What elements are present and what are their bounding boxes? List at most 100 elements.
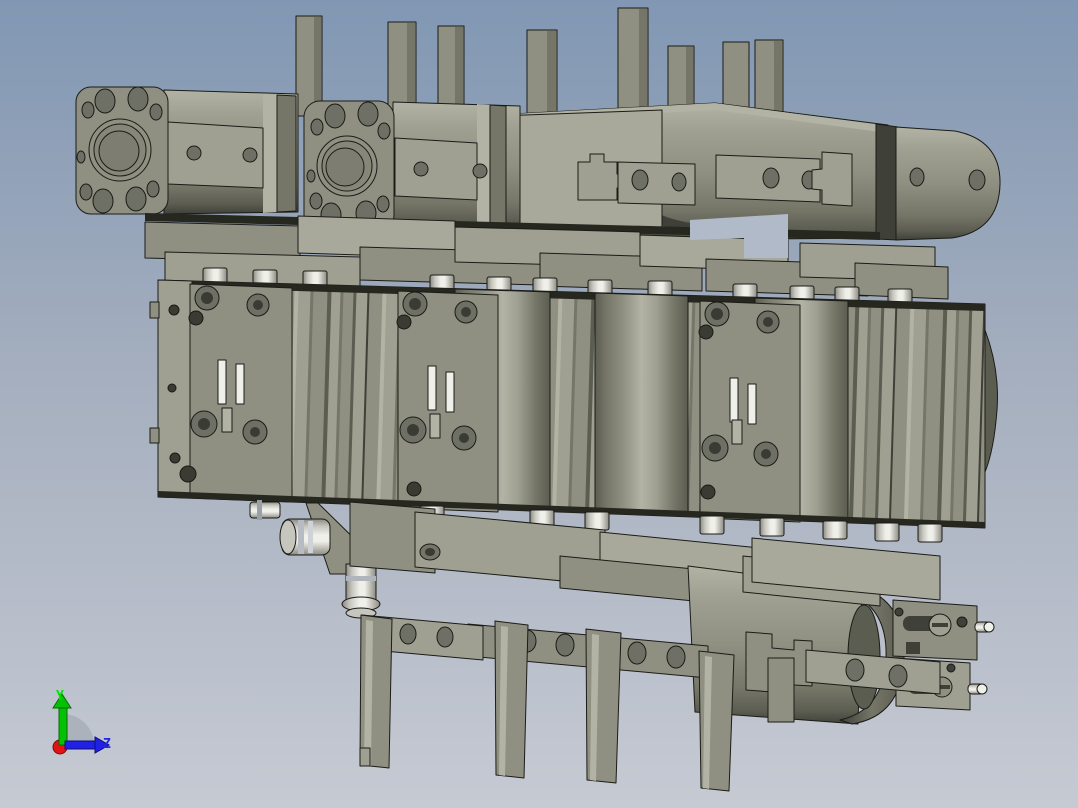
- rod-end: [699, 515, 725, 535]
- ring-band: [263, 94, 277, 213]
- bolt-hole: [376, 195, 390, 213]
- counterbore-inner: [461, 307, 471, 317]
- hole: [396, 314, 412, 330]
- bracket-prong: [767, 657, 795, 723]
- tab: [429, 413, 441, 439]
- counterbore-inner: [198, 418, 210, 430]
- socket-inner: [425, 548, 435, 556]
- hole: [698, 324, 714, 340]
- bolt-hole: [79, 183, 93, 201]
- bar-hole: [436, 626, 454, 648]
- fitting-ring: [298, 520, 304, 554]
- counterbore-inner: [709, 442, 721, 454]
- facet: [314, 17, 321, 115]
- rod-end: [917, 523, 943, 543]
- bolt-hole: [76, 150, 86, 164]
- y-axis-arrow: [58, 705, 68, 746]
- hole: [188, 310, 204, 326]
- y-axis-label: Y: [56, 689, 64, 704]
- hole: [956, 616, 968, 628]
- bar-hole: [666, 645, 686, 669]
- hole: [179, 465, 197, 483]
- rail-sliver: [729, 377, 739, 423]
- counterbore-inner: [761, 449, 771, 459]
- hole: [406, 481, 422, 497]
- counterbore-inner: [253, 300, 263, 310]
- rod-end: [822, 520, 848, 540]
- hole: [167, 383, 177, 393]
- counterbore-inner: [711, 308, 723, 320]
- fitting-ring: [308, 521, 313, 553]
- ring-band: [489, 104, 507, 230]
- hanger-leg[interactable]: [698, 650, 735, 792]
- cylinder-face: [594, 292, 689, 517]
- hanger-leg[interactable]: [359, 614, 393, 769]
- bolt-hole: [324, 103, 346, 129]
- tab: [149, 301, 160, 319]
- fitting-ring: [346, 576, 376, 581]
- bolt-hole: [125, 186, 147, 212]
- hole: [700, 484, 716, 500]
- bolt-hole: [92, 188, 114, 214]
- viewport-canvas[interactable]: Y Z: [0, 0, 1078, 808]
- rod-end: [759, 517, 785, 537]
- bar-hole: [555, 633, 575, 657]
- pin-tip: [983, 621, 995, 633]
- leg-foot: [359, 747, 371, 767]
- bar-hole: [845, 658, 865, 682]
- pin-tip: [976, 683, 988, 695]
- port: [906, 642, 920, 654]
- counterbore-inner: [409, 298, 421, 310]
- rail-sliver: [235, 363, 245, 405]
- port-hole: [472, 163, 488, 179]
- bar-hole: [888, 664, 908, 688]
- port-hole: [186, 145, 202, 161]
- bolt-hole: [671, 172, 687, 192]
- counterbore-inner: [250, 427, 260, 437]
- rail-sliver: [445, 371, 455, 413]
- z-axis-arrow: [64, 740, 97, 750]
- slide-block-band[interactable]: [149, 279, 998, 529]
- body-flat: [394, 137, 478, 201]
- bar-hole: [399, 623, 417, 645]
- ring-band: [276, 94, 297, 213]
- z-axis-label: Z: [103, 737, 111, 752]
- clamp-cylinder-left[interactable]: [75, 86, 299, 215]
- rail-sliver: [217, 359, 227, 405]
- fitting-stub: [249, 501, 281, 519]
- screw-slot: [932, 623, 948, 627]
- bore-face: [325, 147, 365, 187]
- bolt-hole: [310, 118, 324, 136]
- tab: [149, 427, 160, 444]
- port-hole: [968, 169, 986, 191]
- bolt-hole: [127, 86, 149, 112]
- hole: [169, 452, 181, 464]
- bolt-hole: [306, 169, 316, 183]
- rail-sliver: [427, 365, 437, 411]
- hanger-leg[interactable]: [494, 620, 529, 779]
- clamp-cylinder-center[interactable]: [303, 100, 521, 233]
- bolt-hole: [149, 103, 163, 121]
- hole: [168, 304, 180, 316]
- port-hole: [909, 167, 925, 187]
- tab: [221, 407, 233, 433]
- screw: [946, 663, 956, 673]
- bolt-hole: [94, 88, 116, 114]
- cad-viewport[interactable]: Y Z: [0, 0, 1078, 808]
- bolt-hole: [146, 180, 160, 198]
- bar-hole: [627, 641, 647, 665]
- rod-end: [874, 522, 900, 542]
- fitting-ring: [257, 500, 262, 520]
- hanger-leg[interactable]: [585, 628, 622, 784]
- counterbore-inner: [201, 292, 213, 304]
- ring-band: [875, 123, 899, 241]
- bolt-hole: [631, 169, 649, 191]
- screw: [894, 607, 904, 617]
- bolt-hole: [309, 192, 323, 210]
- bolt-hole: [762, 167, 780, 189]
- fitting-ring: [279, 519, 297, 555]
- tab: [731, 419, 743, 445]
- counterbore-inner: [459, 433, 469, 443]
- bolt-hole: [377, 122, 391, 140]
- rail-sliver: [747, 383, 757, 425]
